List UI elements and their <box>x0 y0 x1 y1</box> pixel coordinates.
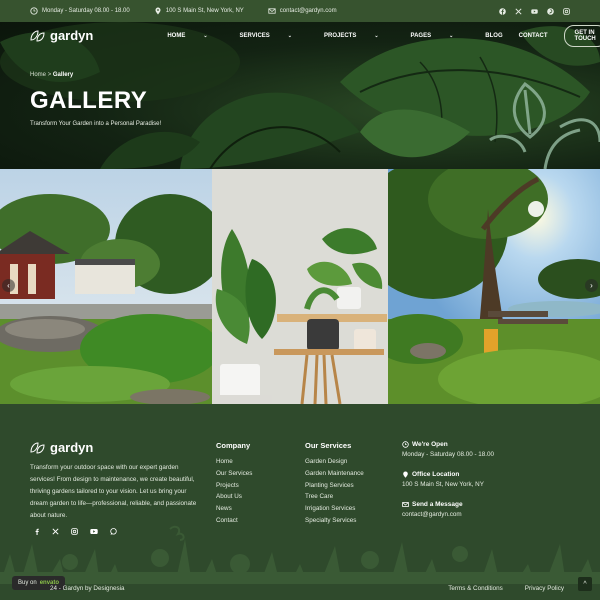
page-subtitle: Transform Your Garden into a Personal Pa… <box>30 121 162 127</box>
send-message-value[interactable]: contact@gardyn.com <box>402 511 572 518</box>
breadcrumb-current: Gallery <box>52 72 74 78</box>
footer-link-our-services[interactable]: Our Services <box>216 468 252 480</box>
footer-contact-column: We're Open Monday - Saturday 08.00 - 18.… <box>402 441 572 531</box>
office-location-label: Office Location <box>402 471 572 478</box>
email-text[interactable]: contact@gardyn.com <box>280 8 337 14</box>
footer-link-projects[interactable]: Projects <box>216 480 252 492</box>
footer-services-heading: Our Services <box>305 441 352 450</box>
footer-brand-name: gardyn <box>50 440 94 455</box>
footer-about-text: Transform your outdoor space with our ex… <box>30 464 197 519</box>
address-info: 100 S Main St, New York, NY <box>154 7 244 15</box>
hours-info: Monday - Saturday 08.00 - 18.00 <box>30 7 130 15</box>
pinterest-icon[interactable] <box>547 7 554 15</box>
gallery-image-park-tree[interactable] <box>388 169 600 404</box>
footer-brand-logo[interactable]: gardyn <box>30 440 93 455</box>
brand-logo[interactable]: gardyn <box>30 28 93 43</box>
legal-links: Terms & Conditions Privacy Policy <box>448 585 564 592</box>
nav-item-blog[interactable]: BLOG <box>485 33 502 39</box>
gallery-image-indoor-plants[interactable] <box>212 169 388 404</box>
nav-item-projects[interactable]: PROJECTS ⌄ <box>324 33 395 39</box>
footer-link-home[interactable]: Home <box>216 456 252 468</box>
footer-link-planting-services[interactable]: Planting Services <box>305 480 364 492</box>
youtube-icon[interactable] <box>531 8 538 15</box>
copyright-text: 24 - Gardyn by Designesia <box>50 585 125 592</box>
open-hours-value: Monday - Saturday 08.00 - 18.00 <box>402 451 495 458</box>
footer-company-heading: Company <box>216 441 251 450</box>
footer-link-irrigation-services[interactable]: Irrigation Services <box>305 503 364 515</box>
breadcrumb: Home > Gallery <box>30 72 73 78</box>
clock-icon <box>402 441 409 448</box>
mail-icon <box>402 501 409 508</box>
location-pin-icon <box>402 471 409 478</box>
footer-bottom-bar: Buy on envato 24 - Gardyn by Designesia … <box>0 576 600 600</box>
leaf-logo-icon <box>30 441 45 454</box>
footer-link-garden-maintenance[interactable]: Garden Maintenance <box>305 468 364 480</box>
location-pin-icon <box>154 7 162 15</box>
leaf-logo-icon <box>30 29 45 42</box>
page-title: GALLERY <box>30 87 148 114</box>
top-info-bar: Monday - Saturday 08.00 - 18.00 100 S Ma… <box>0 0 600 22</box>
privacy-link[interactable]: Privacy Policy <box>525 585 564 592</box>
page-hero: gardyn HOME ⌄ SERVICES ⌄ PROJECTS ⌄ PAGES ⌄ … <box>0 22 600 169</box>
back-to-top-button[interactable]: ^ <box>578 577 592 591</box>
terms-link[interactable]: Terms & Conditions <box>448 585 503 592</box>
gallery-next-button[interactable]: › <box>585 279 598 292</box>
nav-item-contact[interactable]: CONTACT <box>519 33 548 39</box>
breadcrumb-home[interactable]: Home <box>30 72 46 78</box>
chevron-down-icon: ⌄ <box>203 32 208 39</box>
footer-link-garden-design[interactable]: Garden Design <box>305 456 364 468</box>
mail-icon <box>268 7 276 15</box>
nav-item-services[interactable]: SERVICES ⌄ <box>240 33 308 39</box>
footer-company-column: Company Home Our Services Projects About… <box>216 441 252 527</box>
hours-text: Monday - Saturday 08.00 - 18.00 <box>42 8 130 14</box>
address-text: 100 S Main St, New York, NY <box>165 8 244 14</box>
brand-name: gardyn <box>50 28 94 43</box>
chevron-down-icon: ⌄ <box>449 32 454 39</box>
gallery-image-japanese-garden[interactable] <box>0 169 212 404</box>
top-social-links <box>499 7 570 15</box>
main-navigation: gardyn HOME ⌄ SERVICES ⌄ PROJECTS ⌄ PAGES ⌄ … <box>30 22 600 49</box>
nav-item-home[interactable]: HOME ⌄ <box>167 33 223 39</box>
x-icon[interactable] <box>515 7 522 15</box>
clock-icon <box>30 7 38 15</box>
instagram-icon[interactable] <box>563 7 570 15</box>
gallery-prev-button[interactable]: ‹ <box>2 279 15 292</box>
email-info[interactable]: contact@gardyn.com <box>268 7 337 15</box>
footer-link-about-us[interactable]: About Us <box>216 491 252 503</box>
chevron-down-icon: ⌄ <box>374 32 379 39</box>
nav-item-pages[interactable]: PAGES ⌄ <box>411 33 470 39</box>
nav-menu: HOME ⌄ SERVICES ⌄ PROJECTS ⌄ PAGES ⌄ BLOG CO… <box>167 33 563 39</box>
open-hours-label: We're Open <box>402 441 572 448</box>
footer-link-news[interactable]: News <box>216 503 252 515</box>
site-footer: gardyn Transform your outdoor space with… <box>0 404 600 600</box>
grass-silhouette-decoration <box>0 525 600 584</box>
office-location-value: 100 S Main St, New York, NY <box>402 481 484 488</box>
facebook-icon[interactable] <box>499 7 506 15</box>
chevron-down-icon: ⌄ <box>287 32 292 39</box>
footer-services-column: Our Services Garden Design Garden Mainte… <box>305 441 364 527</box>
gallery-grid <box>0 169 600 404</box>
send-message-label: Send a Message <box>402 501 572 508</box>
footer-link-tree-care[interactable]: Tree Care <box>305 491 364 503</box>
get-in-touch-button[interactable]: GET IN TOUCH <box>563 24 600 47</box>
